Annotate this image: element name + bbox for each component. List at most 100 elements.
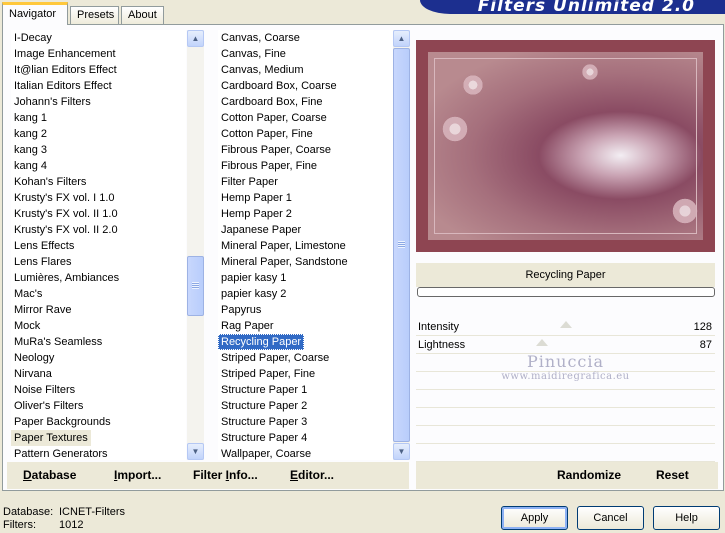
category-item[interactable]: Oliver's Filters <box>11 398 186 414</box>
filter-name-label: Recycling Paper <box>416 263 715 287</box>
filter-item[interactable]: Cardboard Box, Coarse <box>218 78 393 94</box>
category-item[interactable]: MuRa's Seamless <box>11 334 186 350</box>
filter-item[interactable]: Mineral Paper, Limestone <box>218 238 393 254</box>
category-item-label: MuRa's Seamless <box>14 336 103 348</box>
category-item[interactable]: kang 2 <box>11 126 186 142</box>
tab-navigator[interactable]: Navigator <box>2 2 68 25</box>
filter-item[interactable]: Canvas, Medium <box>218 62 393 78</box>
category-item[interactable]: Italian Editors Effect <box>11 78 186 94</box>
scroll-down-icon[interactable]: ▼ <box>187 443 204 460</box>
database-button[interactable]: Database <box>23 468 76 482</box>
filter-item[interactable]: Wallpaper, Coarse <box>218 446 393 460</box>
scroll-up-icon[interactable]: ▲ <box>393 30 410 47</box>
category-item[interactable]: Paper Backgrounds <box>11 414 186 430</box>
category-item[interactable]: Johann's Filters <box>11 94 186 110</box>
import-button[interactable]: Import... <box>114 468 161 482</box>
category-item[interactable]: Mirror Rave <box>11 302 186 318</box>
filter-item[interactable]: Canvas, Fine <box>218 46 393 62</box>
filter-scroll-thumb[interactable] <box>393 48 410 442</box>
filter-item[interactable]: Rag Paper <box>218 318 393 334</box>
filter-item[interactable]: Recycling Paper <box>218 334 393 350</box>
category-scrollbar[interactable]: ▲ ▼ <box>187 30 204 460</box>
intensity-slider[interactable] <box>491 318 640 328</box>
category-item[interactable]: Neology <box>11 350 186 366</box>
param-label: Intensity <box>418 321 459 333</box>
param-row-empty <box>416 390 715 408</box>
filter-item[interactable]: Fibrous Paper, Fine <box>218 158 393 174</box>
filter-info-button[interactable]: Filter Info... <box>193 468 258 482</box>
filter-list[interactable]: Canvas, Coarse Canvas, Fine Canvas, Medium… <box>218 30 393 460</box>
filter-item[interactable]: Structure Paper 2 <box>218 398 393 414</box>
right-button-bar: Randomize Reset <box>416 462 718 489</box>
scroll-down-icon[interactable]: ▼ <box>393 443 410 460</box>
category-item[interactable]: Krusty's FX vol. II 2.0 <box>11 222 186 238</box>
filter-item[interactable]: Japanese Paper <box>218 222 393 238</box>
param-row-intensity[interactable]: Intensity 128 <box>416 318 715 336</box>
filter-item[interactable]: Striped Paper, Fine <box>218 366 393 382</box>
editor-button[interactable]: Editor... <box>290 468 334 482</box>
filter-item[interactable]: Hemp Paper 1 <box>218 190 393 206</box>
filter-item[interactable]: Canvas, Coarse <box>218 30 393 46</box>
category-item[interactable]: Lens Effects <box>11 238 186 254</box>
category-item[interactable]: Krusty's FX vol. I 1.0 <box>11 190 186 206</box>
param-row-empty <box>416 444 715 462</box>
filter-item[interactable]: Structure Paper 1 <box>218 382 393 398</box>
filter-item[interactable]: Structure Paper 4 <box>218 430 393 446</box>
filter-item-label: Canvas, Coarse <box>221 32 300 44</box>
filter-item[interactable]: Hemp Paper 2 <box>218 206 393 222</box>
lightness-slider[interactable] <box>491 336 640 346</box>
category-item[interactable]: Lens Flares <box>11 254 186 270</box>
filter-item-label: Papyrus <box>221 304 262 316</box>
filter-item[interactable]: Papyrus <box>218 302 393 318</box>
filter-item[interactable]: Cotton Paper, Fine <box>218 126 393 142</box>
filter-item[interactable]: papier kasy 1 <box>218 270 393 286</box>
preview-image[interactable] <box>416 40 715 252</box>
category-item-label: kang 3 <box>14 144 48 156</box>
filter-item[interactable]: papier kasy 2 <box>218 286 393 302</box>
filter-scrollbar[interactable]: ▲ ▼ <box>393 30 410 460</box>
randomize-button[interactable]: Randomize <box>557 468 621 482</box>
filter-item[interactable]: Striped Paper, Coarse <box>218 350 393 366</box>
category-item[interactable]: I-Decay <box>11 30 186 46</box>
reset-button[interactable]: Reset <box>656 468 689 482</box>
category-item[interactable]: Paper Textures <box>11 430 186 446</box>
category-item[interactable]: Mock <box>11 318 186 334</box>
category-item[interactable]: Noise Filters <box>11 382 186 398</box>
filter-item[interactable]: Mineral Paper, Sandstone <box>218 254 393 270</box>
flower-decoration <box>578 60 602 84</box>
category-item[interactable]: kang 1 <box>11 110 186 126</box>
filter-item[interactable]: Fibrous Paper, Coarse <box>218 142 393 158</box>
category-item[interactable]: Image Enhancement <box>11 46 186 62</box>
category-item-label: Lens Effects <box>14 240 75 252</box>
category-item[interactable]: Lumières, Ambiances <box>11 270 186 286</box>
filter-item-label: Wallpaper, Coarse <box>221 448 312 460</box>
slider-thumb-icon[interactable] <box>559 321 572 328</box>
category-item[interactable]: Kohan's Filters <box>11 174 186 190</box>
filter-item-label: Mineral Paper, Limestone <box>221 240 346 252</box>
filter-item[interactable]: Structure Paper 3 <box>218 414 393 430</box>
category-item[interactable]: Krusty's FX vol. II 1.0 <box>11 206 186 222</box>
filter-item-label: Structure Paper 2 <box>221 400 308 412</box>
tab-presets[interactable]: Presets <box>70 6 119 25</box>
filter-item[interactable]: Cardboard Box, Fine <box>218 94 393 110</box>
cancel-button[interactable]: Cancel <box>577 506 644 530</box>
filter-item[interactable]: Filter Paper <box>218 174 393 190</box>
param-row-empty <box>416 408 715 426</box>
category-scroll-thumb[interactable] <box>187 256 204 316</box>
slider-thumb-icon[interactable] <box>535 339 548 346</box>
apply-button[interactable]: Apply <box>501 506 568 530</box>
category-item[interactable]: Mac's <box>11 286 186 302</box>
scroll-up-icon[interactable]: ▲ <box>187 30 204 47</box>
category-item[interactable]: Nirvana <box>11 366 186 382</box>
category-item[interactable]: Pattern Generators <box>11 446 186 460</box>
tab-about[interactable]: About <box>121 6 164 25</box>
filter-item-label: Cotton Paper, Coarse <box>221 112 327 124</box>
category-item[interactable]: kang 3 <box>11 142 186 158</box>
category-item[interactable]: kang 4 <box>11 158 186 174</box>
category-list[interactable]: I-Decay Image Enhancement It@lian Editors … <box>11 30 186 460</box>
category-item[interactable]: It@lian Editors Effect <box>11 62 186 78</box>
help-button[interactable]: Help <box>653 506 720 530</box>
banner-title: Filters Unlimited 2.0 <box>477 0 695 14</box>
filter-item[interactable]: Cotton Paper, Coarse <box>218 110 393 126</box>
filter-item-label: Striped Paper, Fine <box>221 368 316 380</box>
